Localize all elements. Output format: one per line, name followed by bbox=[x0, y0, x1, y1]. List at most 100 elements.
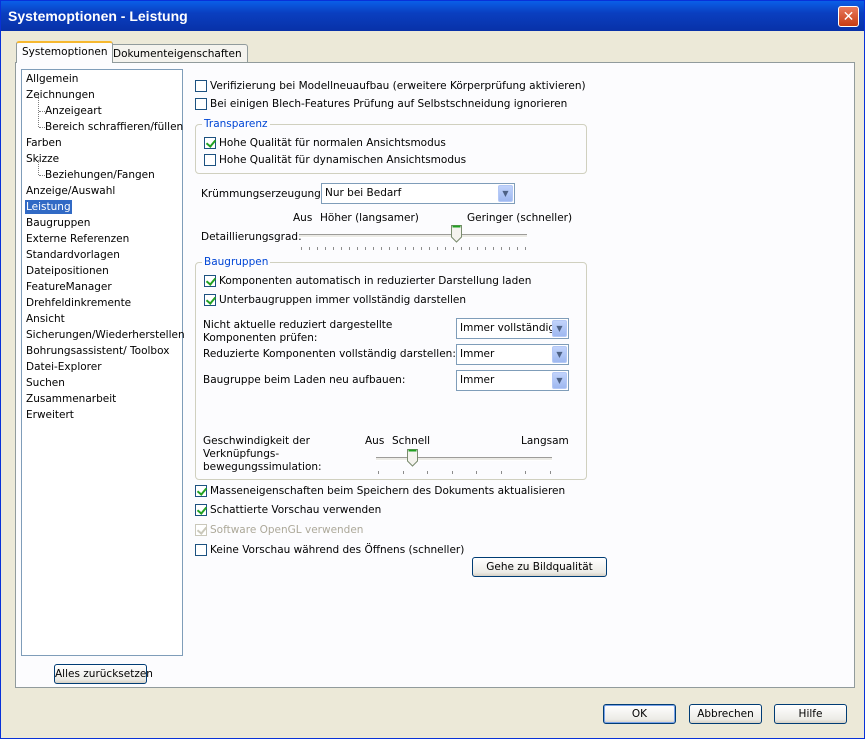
slider-tick bbox=[461, 247, 462, 250]
tree-item-standardvorlagen[interactable]: Standardvorlagen bbox=[25, 248, 121, 262]
resolve-lightweight-dropdown[interactable]: Immer ▼ bbox=[456, 344, 569, 365]
title-bar[interactable]: Systemoptionen - Leistung ✕ bbox=[1, 1, 864, 31]
tree-item-anzeige-auswahl[interactable]: Anzeige/Auswahl bbox=[25, 184, 116, 198]
tree-item-datei-explorer[interactable]: Datei-Explorer bbox=[25, 360, 103, 374]
tree-item-anzeigeart[interactable]: Anzeigeart bbox=[44, 104, 103, 118]
slider-tick bbox=[500, 471, 502, 474]
no-preview-label: Keine Vorschau während des Öffnens (schn… bbox=[210, 544, 465, 556]
slider-tick bbox=[301, 247, 302, 250]
slider-tick bbox=[309, 247, 310, 250]
tree-item-sicherungen[interactable]: Sicherungen/Wiederherstellen bbox=[25, 328, 186, 342]
transparency-dynamic-checkbox[interactable] bbox=[204, 154, 216, 166]
slider-tick bbox=[517, 247, 518, 250]
mate-speed-slider[interactable] bbox=[376, 449, 552, 477]
mass-props-checkbox[interactable] bbox=[195, 485, 207, 497]
detail-label: Detaillierungsgrad: bbox=[201, 231, 302, 243]
slider-tick bbox=[501, 247, 502, 250]
slider-tick bbox=[437, 247, 438, 250]
mate-speed-slider-track bbox=[376, 457, 552, 461]
goto-image-quality-button[interactable]: Gehe zu Bildqualität bbox=[472, 557, 607, 577]
detail-slider[interactable] bbox=[299, 225, 527, 255]
options-tree[interactable]: Allgemein Zeichnungen Anzeigeart Bereich… bbox=[21, 69, 186, 656]
tree-item-featuremanager[interactable]: FeatureManager bbox=[25, 280, 113, 294]
mate-speed-slider-thumb[interactable] bbox=[407, 449, 419, 467]
shaded-preview-label: Schattierte Vorschau verwenden bbox=[210, 504, 382, 516]
tree-item-ansicht[interactable]: Ansicht bbox=[25, 312, 66, 326]
tree-item-leistung[interactable]: Leistung bbox=[25, 200, 72, 214]
tree-item-zeichnungen[interactable]: Zeichnungen bbox=[25, 88, 96, 102]
check-outdated-dropdown[interactable]: Immer vollständig ▼ bbox=[456, 318, 569, 339]
help-button[interactable]: Hilfe bbox=[774, 704, 847, 724]
slider-tick bbox=[427, 471, 429, 474]
rebuild-on-load-label: Baugruppe beim Laden neu aufbauen: bbox=[203, 374, 406, 386]
slider-tick bbox=[405, 247, 406, 250]
tab-dokumenteigenschaften[interactable]: Dokumenteigenschaften bbox=[107, 44, 248, 62]
tree-item-dateipositionen[interactable]: Dateipositionen bbox=[25, 264, 110, 278]
no-preview-checkbox[interactable] bbox=[195, 544, 207, 556]
chevron-down-icon: ▼ bbox=[552, 346, 567, 363]
tree-item-beziehungen-fangen[interactable]: Beziehungen/Fangen bbox=[44, 168, 156, 182]
auto-lightweight-checkbox[interactable] bbox=[204, 275, 216, 287]
slider-tick bbox=[509, 247, 510, 250]
cancel-button[interactable]: Abbrechen bbox=[689, 704, 762, 724]
chevron-down-icon: ▼ bbox=[498, 185, 513, 202]
check-outdated-value: Immer vollständig bbox=[460, 322, 556, 334]
slider-tick bbox=[389, 247, 390, 250]
shaded-preview-checkbox[interactable] bbox=[195, 504, 207, 516]
slider-tick bbox=[485, 247, 486, 250]
slider-tick bbox=[365, 247, 366, 250]
curvature-value: Nur bei Bedarf bbox=[325, 187, 402, 199]
detail-slider-thumb[interactable] bbox=[450, 225, 462, 243]
curvature-label: Krümmungserzeugung: bbox=[201, 188, 325, 200]
sheetmetal-ignore-checkbox[interactable] bbox=[195, 98, 207, 110]
ok-button[interactable]: OK bbox=[603, 704, 676, 724]
slider-tick bbox=[525, 247, 526, 250]
transparency-dynamic-label: Hohe Qualität für dynamischen Ansichtsmo… bbox=[219, 154, 467, 166]
slider-tick bbox=[357, 247, 358, 250]
slider-tick bbox=[453, 247, 454, 250]
slider-tick bbox=[317, 247, 318, 250]
detail-off-label: Aus bbox=[293, 212, 313, 224]
software-opengl-label: Software OpenGL verwenden bbox=[210, 524, 364, 536]
slider-tick bbox=[525, 471, 527, 474]
verify-rebuild-checkbox[interactable] bbox=[195, 80, 207, 92]
rebuild-on-load-value: Immer bbox=[460, 374, 495, 386]
auto-lightweight-label: Komponenten automatisch in reduzierter D… bbox=[219, 275, 532, 287]
mate-speed-off-label: Aus bbox=[365, 435, 385, 447]
transparency-group-title: Transparenz bbox=[202, 117, 270, 131]
tree-item-drehfeldinkremente[interactable]: Drehfeldinkremente bbox=[25, 296, 132, 310]
reset-all-button[interactable]: Alles zurücksetzen bbox=[54, 664, 153, 684]
slider-tick bbox=[378, 471, 379, 474]
tree-item-bohrungsassistent[interactable]: Bohrungsassistent/ Toolbox bbox=[25, 344, 170, 358]
slider-tick bbox=[469, 247, 470, 250]
subassemblies-label: Unterbaugruppen immer vollständig darste… bbox=[219, 294, 467, 306]
close-icon[interactable]: ✕ bbox=[838, 6, 859, 27]
tree-item-skizze[interactable]: Skizze bbox=[25, 152, 60, 166]
slider-tick bbox=[325, 247, 326, 250]
slider-tick bbox=[413, 247, 414, 250]
slider-tick bbox=[477, 247, 478, 250]
curvature-dropdown[interactable]: Nur bei Bedarf ▼ bbox=[321, 183, 515, 204]
slider-tick bbox=[349, 247, 350, 250]
transparency-normal-checkbox[interactable] bbox=[204, 137, 216, 149]
tree-item-erweitert[interactable]: Erweitert bbox=[25, 408, 75, 422]
mate-speed-label-1: Geschwindigkeit der bbox=[203, 435, 310, 447]
tab-systemoptionen[interactable]: Systemoptionen bbox=[16, 41, 114, 63]
slider-tick bbox=[341, 247, 342, 250]
check-outdated-label-1: Nicht aktuelle reduziert dargestellte bbox=[203, 319, 393, 331]
mate-speed-fast-label: Schnell bbox=[392, 435, 431, 447]
tree-item-allgemein[interactable]: Allgemein bbox=[25, 72, 79, 86]
slider-tick bbox=[421, 247, 422, 250]
transparency-normal-label: Hohe Qualität für normalen Ansichtsmodus bbox=[219, 137, 446, 149]
tree-item-bereich-schraffieren[interactable]: Bereich schraffieren/füllen bbox=[44, 120, 184, 134]
check-outdated-label-2: Komponenten prüfen: bbox=[203, 332, 318, 344]
rebuild-on-load-dropdown[interactable]: Immer ▼ bbox=[456, 370, 569, 391]
tree-item-externe-referenzen[interactable]: Externe Referenzen bbox=[25, 232, 130, 246]
slider-tick bbox=[493, 247, 494, 250]
mate-speed-label-3: bewegungssimulation: bbox=[203, 461, 322, 473]
tree-item-baugruppen[interactable]: Baugruppen bbox=[25, 216, 91, 230]
tree-item-farben[interactable]: Farben bbox=[25, 136, 63, 150]
tree-item-suchen[interactable]: Suchen bbox=[25, 376, 66, 390]
subassemblies-checkbox[interactable] bbox=[204, 294, 216, 306]
tree-item-zusammenarbeit[interactable]: Zusammenarbeit bbox=[25, 392, 117, 406]
